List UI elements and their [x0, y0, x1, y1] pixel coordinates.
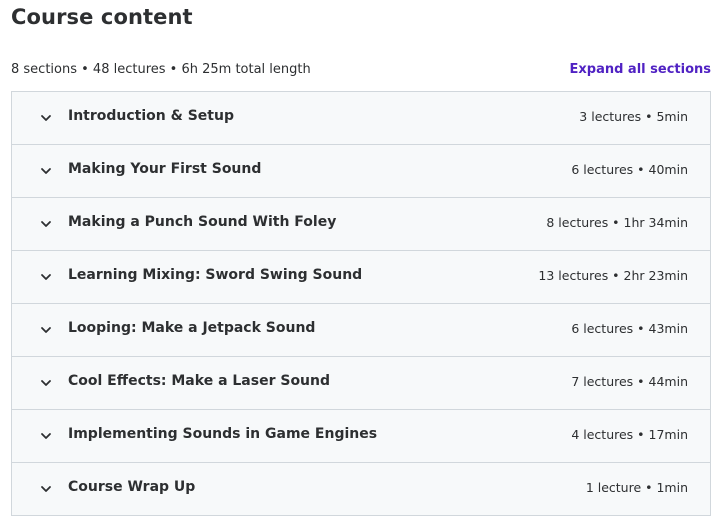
section-title: Introduction & Setup: [68, 108, 234, 124]
chevron-down-icon: [39, 270, 53, 284]
section-list: Introduction & Setup 3 lectures • 5min M…: [11, 91, 711, 516]
section-meta: 7 lectures • 44min: [571, 374, 688, 389]
section-title: Course Wrap Up: [68, 479, 196, 495]
chevron-down-icon: [39, 164, 53, 178]
section-row[interactable]: Implementing Sounds in Game Engines 4 le…: [12, 410, 710, 463]
section-row[interactable]: Course Wrap Up 1 lecture • 1min: [12, 463, 710, 516]
section-meta: 8 lectures • 1hr 34min: [546, 215, 688, 230]
section-title: Implementing Sounds in Game Engines: [68, 426, 378, 442]
section-title: Learning Mixing: Sword Swing Sound: [68, 267, 363, 283]
chevron-down-icon: [39, 482, 53, 496]
course-summary-bar: 8 sections • 48 lectures • 6h 25m total …: [11, 62, 711, 82]
page-title: Course content: [11, 5, 193, 29]
section-row[interactable]: Introduction & Setup 3 lectures • 5min: [12, 92, 710, 145]
section-title: Looping: Make a Jetpack Sound: [68, 320, 316, 336]
course-content-panel: Course content 8 sections • 48 lectures …: [0, 0, 724, 532]
expand-all-sections-button[interactable]: Expand all sections: [570, 62, 712, 77]
section-title: Making Your First Sound: [68, 161, 262, 177]
section-row[interactable]: Cool Effects: Make a Laser Sound 7 lectu…: [12, 357, 710, 410]
chevron-down-icon: [39, 376, 53, 390]
section-title: Making a Punch Sound With Foley: [68, 214, 337, 230]
section-row[interactable]: Looping: Make a Jetpack Sound 6 lectures…: [12, 304, 710, 357]
section-meta: 6 lectures • 40min: [571, 162, 688, 177]
section-meta: 6 lectures • 43min: [571, 321, 688, 336]
section-row[interactable]: Making Your First Sound 6 lectures • 40m…: [12, 145, 710, 198]
section-row[interactable]: Learning Mixing: Sword Swing Sound 13 le…: [12, 251, 710, 304]
section-row[interactable]: Making a Punch Sound With Foley 8 lectur…: [12, 198, 710, 251]
section-meta: 1 lecture • 1min: [585, 480, 688, 495]
chevron-down-icon: [39, 429, 53, 443]
chevron-down-icon: [39, 217, 53, 231]
section-meta: 3 lectures • 5min: [579, 109, 688, 124]
section-meta: 4 lectures • 17min: [571, 427, 688, 442]
chevron-down-icon: [39, 323, 53, 337]
section-title: Cool Effects: Make a Laser Sound: [68, 373, 331, 389]
course-summary: 8 sections • 48 lectures • 6h 25m total …: [11, 62, 311, 77]
chevron-down-icon: [39, 111, 53, 125]
section-meta: 13 lectures • 2hr 23min: [538, 268, 688, 283]
